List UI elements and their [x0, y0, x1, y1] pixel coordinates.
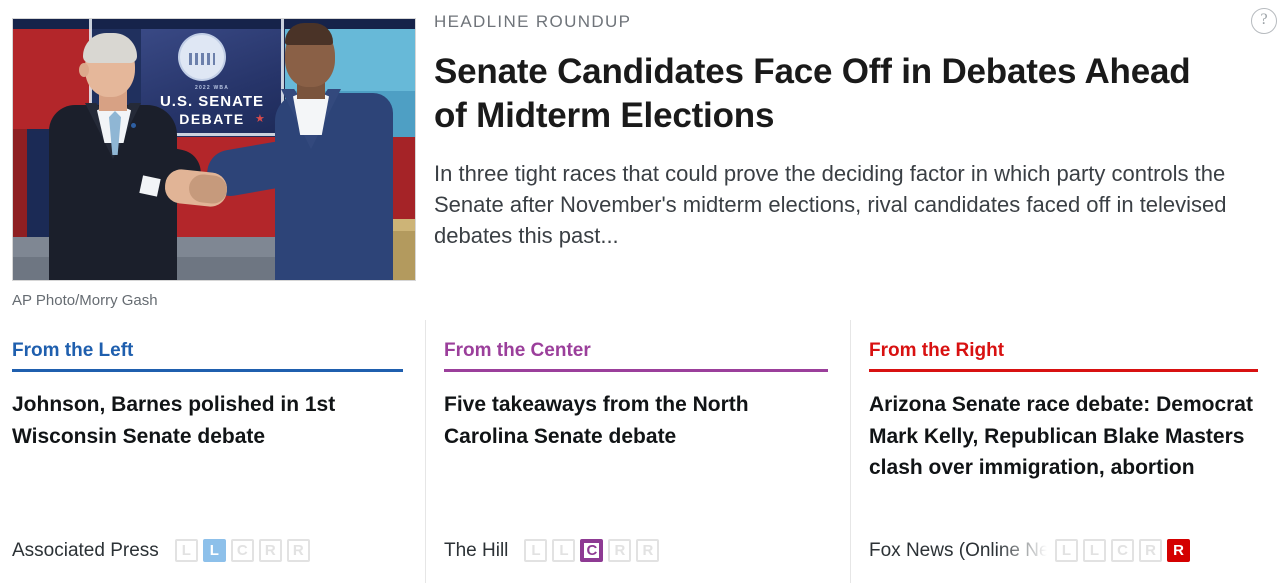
bias-box-r2: R: [1167, 539, 1190, 562]
candidate-left-ear: [79, 63, 89, 77]
column-from-the-center: From the Center Five takeaways from the …: [425, 320, 850, 583]
bias-box-r2: R: [286, 539, 310, 562]
column-label-right: From the Right: [869, 340, 1005, 361]
column-label-left: From the Left: [12, 340, 134, 361]
perspective-columns: From the Left Johnson, Barnes polished i…: [0, 320, 1280, 583]
bias-box-r1: R: [258, 539, 282, 562]
signage-line-1: U.S. SENATE: [159, 93, 265, 110]
section-kicker: HEADLINE ROUNDUP: [434, 12, 632, 31]
signage-subtitle: 2022 WBA: [194, 85, 230, 91]
article-title-left[interactable]: Johnson, Barnes polished in 1st Wisconsi…: [12, 389, 403, 452]
bias-rating-center[interactable]: L L C R R: [524, 539, 660, 562]
story-column: HEADLINE ROUNDUP Senate Candidates Face …: [430, 0, 1280, 320]
bias-box-c: C: [1111, 539, 1134, 562]
top-section: 2022 WBA U.S. SENATE ★ DEBATE ★: [0, 0, 1280, 320]
source-name-left[interactable]: Associated Press: [12, 540, 159, 562]
bias-box-l1: L: [524, 539, 548, 562]
page-title[interactable]: Senate Candidates Face Off in Debates Ah…: [434, 50, 1224, 139]
story-summary: In three tight races that could prove th…: [434, 160, 1227, 249]
bias-box-l2: L: [202, 539, 226, 562]
article-title-center[interactable]: Five takeaways from the North Carolina S…: [444, 389, 828, 452]
bias-box-r1: R: [1139, 539, 1162, 562]
candidate-left-cuff: [139, 175, 161, 197]
help-icon[interactable]: ?: [1251, 8, 1277, 34]
headline-roundup-page: 2022 WBA U.S. SENATE ★ DEBATE ★: [0, 0, 1280, 583]
source-row-left: Associated Press L L C R R: [12, 539, 407, 562]
source-row-center: The Hill L L C R R: [444, 539, 832, 562]
candidate-right-hair: [285, 23, 333, 45]
column-from-the-right: From the Right Arizona Senate race debat…: [850, 320, 1280, 583]
article-title-right[interactable]: Arizona Senate race debate: Democrat Mar…: [869, 389, 1258, 484]
bias-box-l1: L: [174, 539, 198, 562]
bias-box-l2: L: [552, 539, 576, 562]
lapel-pin-icon: [131, 123, 136, 128]
photo-credit: AP Photo/Morry Gash: [12, 292, 158, 309]
bias-box-r2: R: [636, 539, 660, 562]
bias-box-c: C: [230, 539, 254, 562]
column-label-center: From the Center: [444, 340, 591, 361]
bias-box-l2: L: [1083, 539, 1106, 562]
source-name-center[interactable]: The Hill: [444, 540, 508, 562]
bias-rating-right[interactable]: L L C R R: [1055, 539, 1190, 562]
backdrop-panel: [13, 19, 415, 29]
story-photo[interactable]: 2022 WBA U.S. SENATE ★ DEBATE ★: [12, 18, 416, 281]
column-rule-right: [869, 369, 1258, 372]
bias-box-r1: R: [608, 539, 632, 562]
bias-box-l1: L: [1055, 539, 1078, 562]
column-from-the-left: From the Left Johnson, Barnes polished i…: [0, 320, 425, 583]
candidate-right-body: [275, 93, 393, 280]
column-rule-center: [444, 369, 828, 372]
bias-box-c: C: [580, 539, 604, 562]
bias-rating-left[interactable]: L L C R R: [174, 539, 310, 562]
star-icon: ★: [255, 113, 265, 125]
source-name-right[interactable]: Fox News (Online News): [869, 540, 1047, 562]
column-rule-left: [12, 369, 403, 372]
source-row-right: Fox News (Online News) L L C R R: [869, 539, 1262, 562]
seal-icon: [180, 35, 224, 79]
media-column: 2022 WBA U.S. SENATE ★ DEBATE ★: [0, 0, 430, 320]
